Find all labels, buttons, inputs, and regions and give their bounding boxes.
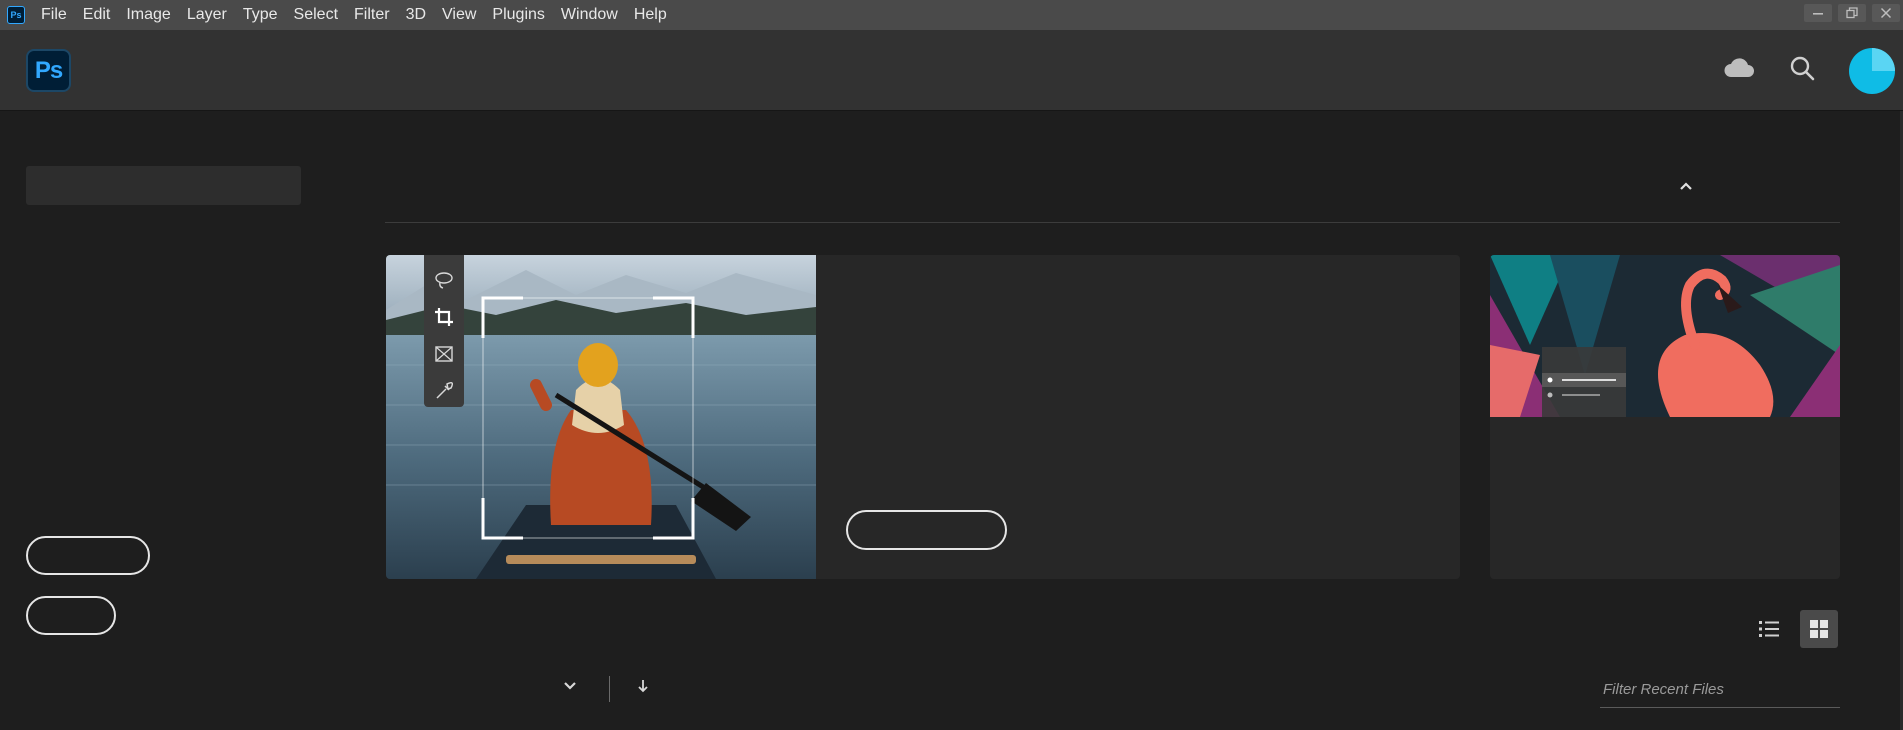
menu-filter[interactable]: Filter (346, 0, 398, 30)
hero-cta-button[interactable] (846, 510, 1007, 550)
menu-view[interactable]: View (434, 0, 484, 30)
photoshop-app-icon[interactable]: Ps (7, 6, 25, 24)
menu-edit[interactable]: Edit (75, 0, 119, 30)
eyedropper-icon (429, 376, 459, 406)
grid-icon (1810, 620, 1828, 638)
search-icon (1790, 56, 1815, 81)
frame-icon (429, 339, 459, 369)
menu-select[interactable]: Select (286, 0, 346, 30)
sidebar-placeholder-bar (26, 166, 301, 205)
restore-icon (1838, 4, 1866, 22)
search-button[interactable] (1784, 50, 1820, 86)
cloud-icon (1724, 58, 1754, 77)
list-icon (1759, 621, 1779, 637)
minimize-icon (1804, 4, 1832, 22)
menu-3d[interactable]: 3D (398, 0, 434, 30)
canoe-illustration (386, 255, 816, 579)
sidebar-pill-button-2[interactable] (26, 596, 116, 635)
menu-file[interactable]: File (33, 0, 75, 30)
menu-help[interactable]: Help (626, 0, 675, 30)
chevron-up-icon (1680, 182, 1692, 190)
list-view-button[interactable] (1750, 610, 1788, 648)
crop-icon (429, 302, 459, 332)
menu-bar: Ps File Edit Image Layer Type Select Fil… (0, 0, 1903, 30)
filter-recent-files-input[interactable] (1600, 672, 1840, 708)
menu-type[interactable]: Type (235, 0, 286, 30)
sidebar-pill-button-1[interactable] (26, 536, 150, 575)
menu-layer[interactable]: Layer (179, 0, 235, 30)
photoshop-logo[interactable]: Ps (26, 49, 71, 92)
lasso-icon (429, 265, 459, 295)
menu-plugins[interactable]: Plugins (484, 0, 552, 30)
grid-view-button[interactable] (1800, 610, 1838, 648)
close-icon (1872, 4, 1900, 22)
side-card (1490, 255, 1840, 579)
section-divider (385, 222, 1840, 223)
menu-window[interactable]: Window (553, 0, 626, 30)
cloud-button[interactable] (1721, 50, 1757, 86)
sort-dropdown-button[interactable] (560, 676, 580, 696)
tool-strip (424, 255, 464, 407)
flamingo-illustration (1490, 255, 1840, 417)
avatar[interactable] (1849, 48, 1895, 94)
window-controls (1801, 0, 1903, 26)
arrow-down-icon (638, 680, 648, 693)
collapse-button[interactable] (1676, 176, 1696, 196)
close-button[interactable] (1869, 0, 1903, 26)
app-header: Ps (0, 30, 1903, 111)
sort-direction-button[interactable] (633, 676, 653, 696)
chevron-down-icon (564, 682, 576, 690)
restore-button[interactable] (1835, 0, 1869, 26)
menu-image[interactable]: Image (118, 0, 178, 30)
sort-separator (609, 676, 610, 702)
minimize-button[interactable] (1801, 0, 1835, 26)
